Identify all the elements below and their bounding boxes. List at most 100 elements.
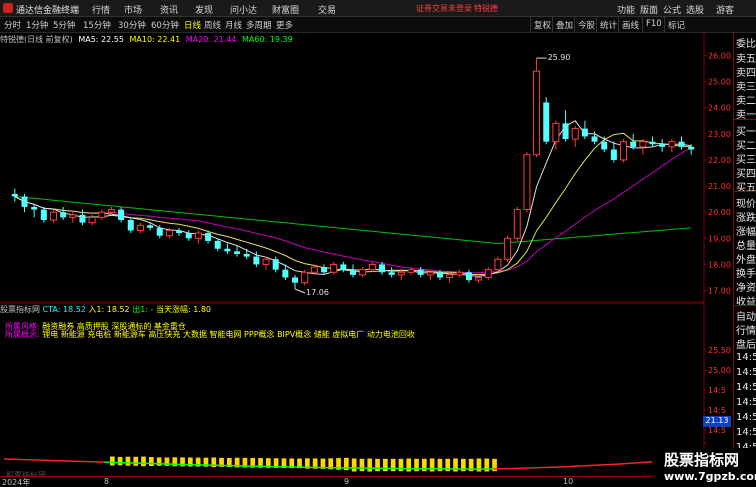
candle-body <box>436 272 443 278</box>
sub-axis-label: 25.00 <box>708 366 731 375</box>
indicator-bar <box>133 456 139 466</box>
period-tab-weekly[interactable]: 周线 <box>204 19 221 31</box>
candle-body <box>21 196 28 207</box>
menu-item-ask[interactable]: 问小达 <box>230 3 257 16</box>
order-book-panel: 委比 卖五 卖四 卖三 卖二 卖一 买一 买二 买三 买四 买五 现价 涨跌 涨幅 总量 外盘 换手 净资 收益 自动… <box>733 33 756 487</box>
order-book-label: 涨跌 <box>736 213 756 224</box>
candle-body <box>620 141 628 161</box>
mark-button[interactable]: 标记 <box>664 17 688 32</box>
menu-item-discover[interactable]: 发现 <box>195 3 213 16</box>
candle-body <box>165 229 173 237</box>
order-book-label: 净资 <box>736 283 756 294</box>
period-tab-multi[interactable]: 多周期 <box>246 19 272 31</box>
order-book-label: 买三 <box>736 155 756 166</box>
candle-body <box>292 277 299 283</box>
overlay-button[interactable]: 叠加 <box>552 17 576 32</box>
indicator-bar <box>149 457 154 466</box>
order-book-label: 卖三 <box>736 82 756 93</box>
period-tab-1min[interactable]: 1分钟 <box>26 19 48 31</box>
candle-body <box>330 263 338 273</box>
indicator-bar <box>383 458 388 472</box>
order-book-label: 总量 <box>736 241 756 252</box>
period-tab-intraday[interactable]: 分时 <box>4 19 21 31</box>
candle-body <box>504 237 512 260</box>
today-stocks-button[interactable]: 今股 <box>574 17 598 32</box>
period-tab-60min[interactable]: 60分钟 <box>151 19 179 31</box>
order-book-label: 卖四 <box>736 68 756 79</box>
period-tab-30min[interactable]: 30分钟 <box>118 19 146 31</box>
order-book-label: 外盘 <box>736 255 756 266</box>
app-logo-icon <box>3 3 13 13</box>
stock-name-label: 特锐德(日线 前复权) <box>0 35 73 44</box>
menu-item-quotes[interactable]: 行情 <box>92 3 110 16</box>
order-book-label: 现价 <box>736 199 756 210</box>
candlestick-chart[interactable]: 26.00 25.00 24.00 23.00 22.00 21.00 20.00 19.00… <box>0 33 733 303</box>
candle-body <box>494 258 502 271</box>
candle-body <box>272 259 279 270</box>
entry-value: 入1: 18.52 <box>88 305 130 314</box>
sub-axis-label: 14:5 <box>708 386 726 395</box>
time-label-aug: 8 <box>104 477 110 486</box>
menu-item-functions[interactable]: 功能 <box>617 3 635 16</box>
menu-item-market[interactable]: 市场 <box>124 3 142 16</box>
candle-body <box>205 233 212 241</box>
period-tab-more[interactable]: 更多 <box>276 19 293 31</box>
period-tab-15min[interactable]: 15分钟 <box>83 19 111 31</box>
candle-body <box>214 240 221 249</box>
brand-watermark: 股票指标网 www.7gpzb.com <box>652 448 756 487</box>
login-notice[interactable]: 证券交易未登录 <box>416 3 472 14</box>
order-book-label: 盘后 <box>736 340 756 351</box>
period-tab-daily[interactable]: 日线 <box>184 19 201 31</box>
guest-user[interactable]: 游客 <box>716 3 734 16</box>
concept-line: 所属概念: 锂电 新能源 充电桩 新能源车 高压快充 大数据 智能电网 PPP概… <box>5 329 415 340</box>
concept-text: 锂电 新能源 充电桩 新能源车 高压快充 大数据 智能电网 PPP概念 BIPV… <box>42 330 415 339</box>
day-gain-value: 当天涨幅: 1.80 <box>155 305 212 314</box>
candle-body <box>118 209 125 221</box>
price-annotation: 25.90 <box>548 53 571 62</box>
candle-body <box>368 263 376 271</box>
period-tab-monthly[interactable]: 月线 <box>225 19 242 31</box>
price-axis-label: 22.00 <box>708 156 731 165</box>
candle-body <box>610 149 617 160</box>
indicator-bar <box>110 456 115 466</box>
time-label-sep: 9 <box>344 477 350 486</box>
price-axis-label: 23.00 <box>708 130 731 139</box>
period-toolbar: 分时 1分钟 5分钟 15分钟 30分钟 60分钟 日线 周线 月线 多周期 更… <box>0 17 756 33</box>
menu-item-layout[interactable]: 版面 <box>640 3 658 16</box>
ma20-value: MA20: 21.44 <box>185 35 237 44</box>
menu-item-stock-pick[interactable]: 选股 <box>686 3 704 16</box>
statistics-button[interactable]: 统计 <box>596 17 620 32</box>
candle-body <box>176 230 183 234</box>
candle-body <box>69 214 77 218</box>
candle-body <box>136 224 144 231</box>
candle-body <box>455 271 463 276</box>
price-axis-label: 24.00 <box>708 104 731 113</box>
ma10-value: MA10: 22.41 <box>129 35 181 44</box>
candle-body <box>147 225 154 228</box>
adjust-button[interactable]: 复权 <box>530 17 554 32</box>
concept-label: 所属概念: <box>5 330 40 339</box>
period-tab-5min[interactable]: 5分钟 <box>53 19 75 31</box>
candle-body <box>253 256 260 265</box>
f10-button[interactable]: F10 <box>642 17 665 32</box>
current-price-tag: 21.13 <box>703 416 731 427</box>
candle-body <box>301 271 309 284</box>
menu-item-wealth-circle[interactable]: 财富圈 <box>272 3 299 16</box>
candle-body <box>571 128 579 140</box>
trader-link[interactable]: 特锐德 <box>474 3 498 14</box>
draw-line-button[interactable]: 画线 <box>618 17 642 32</box>
menu-item-formula[interactable]: 公式 <box>663 3 681 16</box>
menu-item-trade[interactable]: 交易 <box>318 3 336 16</box>
menu-item-news[interactable]: 资讯 <box>160 3 178 16</box>
candle-body <box>88 216 96 224</box>
order-book-label: 14:5 <box>736 427 756 438</box>
exit-value: 出1: - <box>132 305 154 314</box>
price-axis-label: 20.00 <box>708 208 731 217</box>
price-axis-label: 21.00 <box>708 182 731 191</box>
order-book-label: 买四 <box>736 169 756 180</box>
candle-body <box>552 122 560 143</box>
price-annotation: 17.06 <box>306 288 329 297</box>
candle-body <box>397 271 405 276</box>
order-book-separator <box>734 119 756 120</box>
order-book-label: 14:5 <box>736 412 756 423</box>
